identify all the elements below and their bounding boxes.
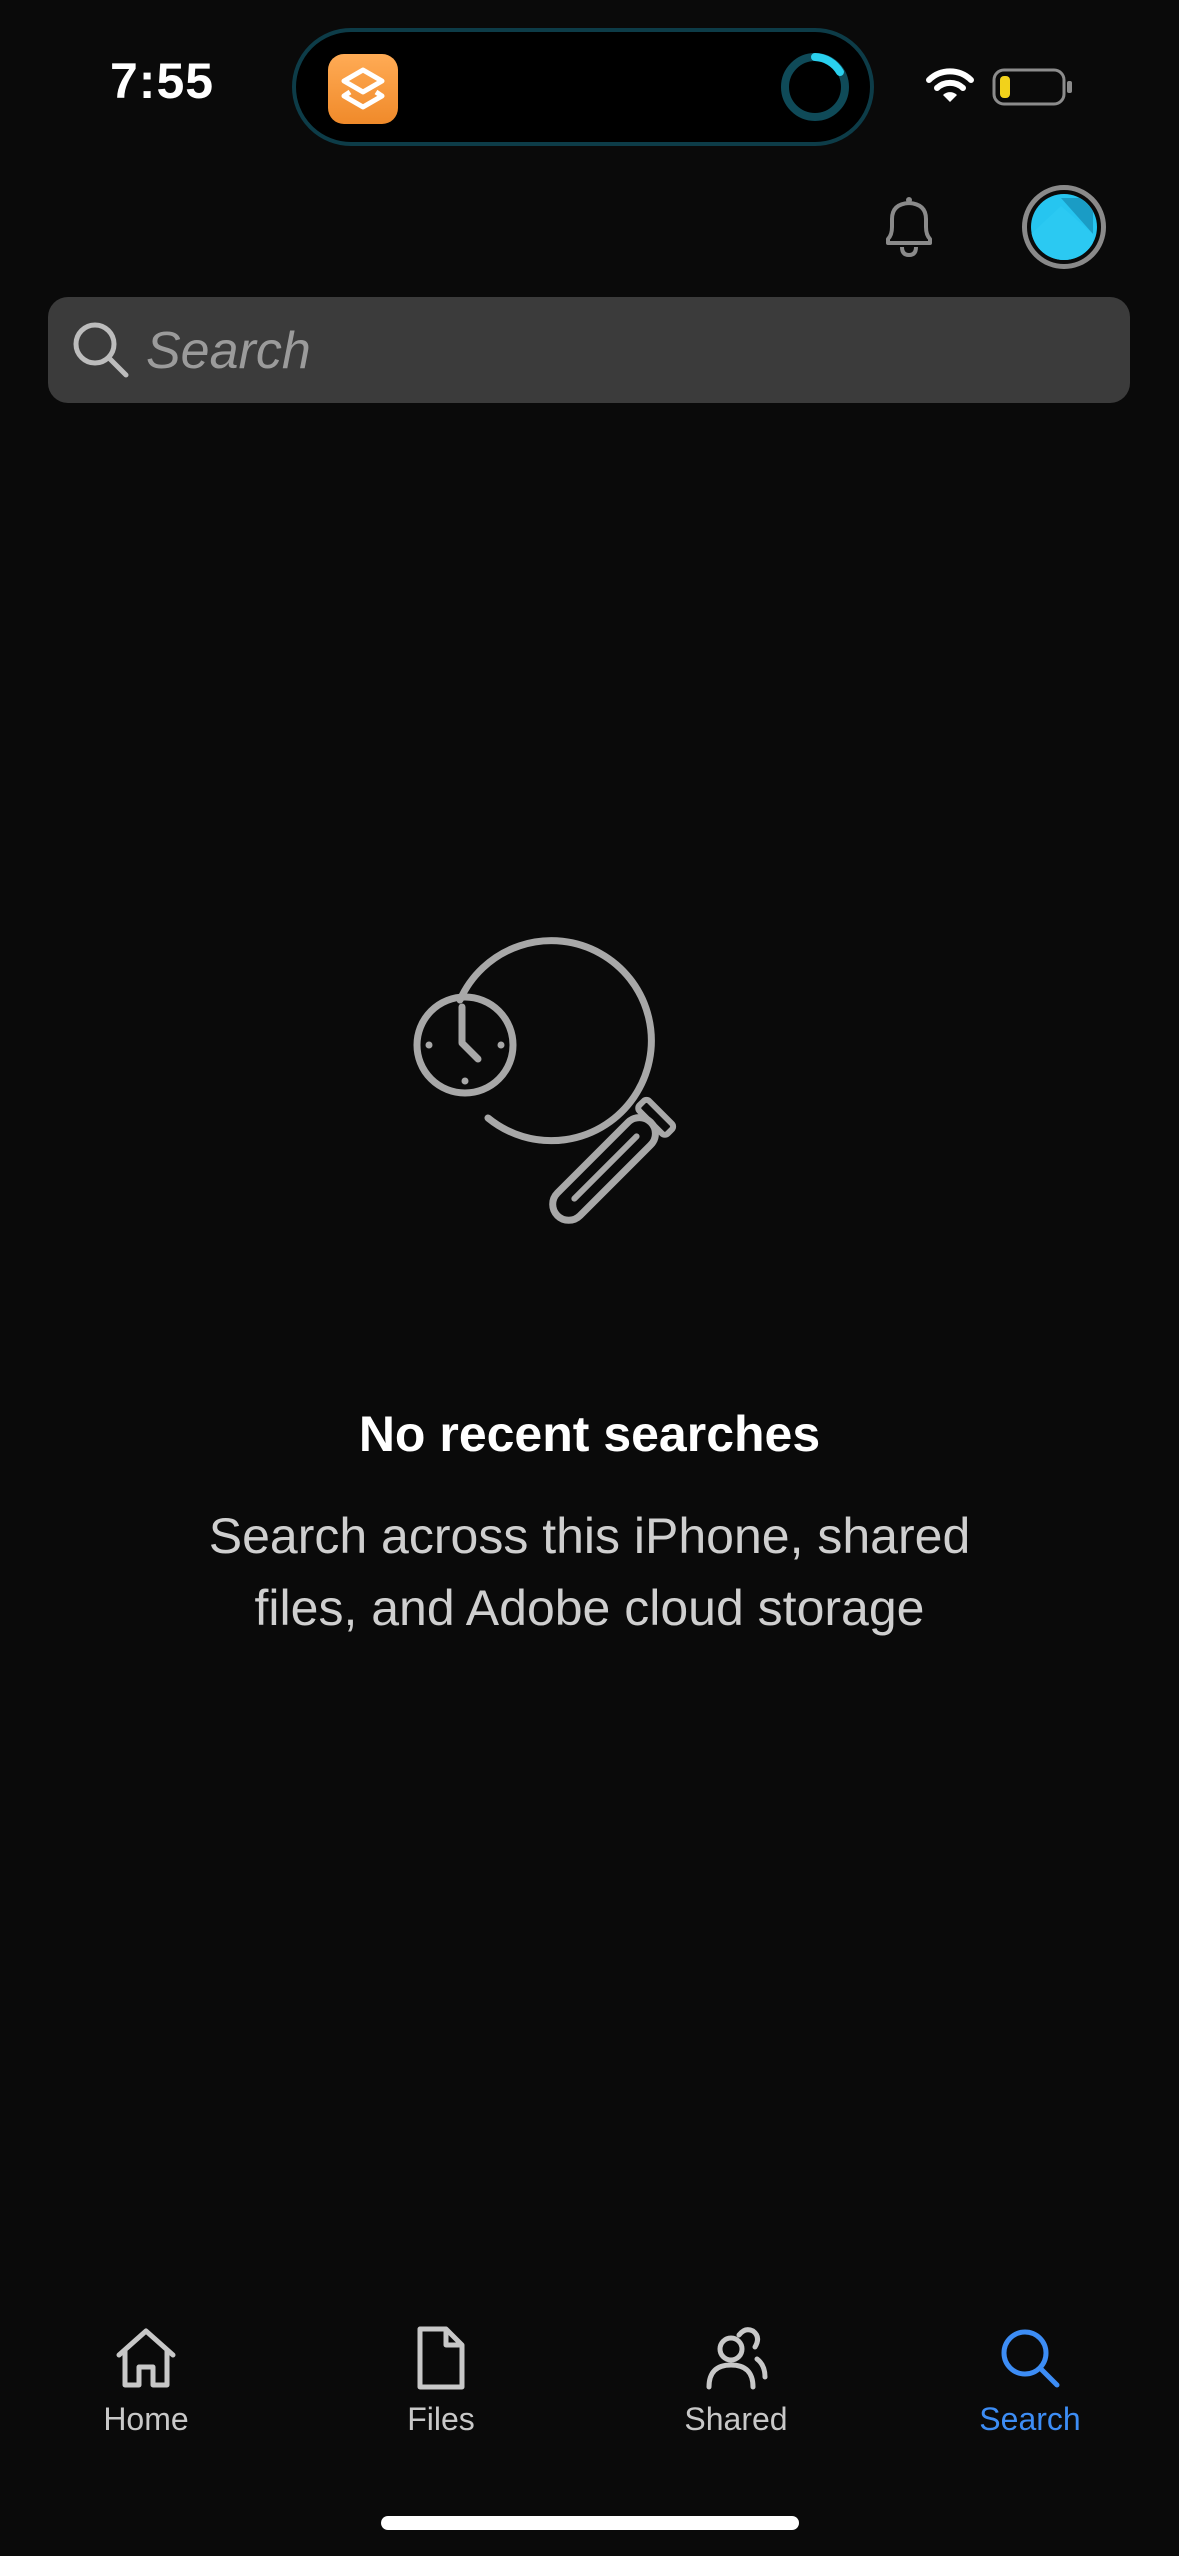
search-icon (70, 319, 132, 386)
empty-state-description: Search across this iPhone, shared files,… (208, 1508, 971, 1636)
search-input[interactable] (144, 297, 1108, 405)
file-icon (417, 2326, 465, 2390)
battery-icon (992, 68, 1074, 111)
wifi-icon (925, 66, 975, 111)
avatar[interactable] (1022, 185, 1106, 269)
people-icon (706, 2327, 768, 2390)
shortcuts-app-icon (328, 54, 398, 124)
search-bar[interactable] (48, 297, 1130, 405)
home-icon (116, 2328, 176, 2388)
tab-shared[interactable]: Shared (636, 2300, 836, 2438)
tab-files-label: Files (407, 2401, 475, 2437)
bell-icon[interactable] (878, 195, 940, 266)
tab-files[interactable]: Files (341, 2300, 541, 2438)
empty-state-title: No recent searches (358, 1406, 821, 1462)
tab-search[interactable]: Search (930, 2300, 1130, 2438)
search-icon (1001, 2329, 1060, 2388)
tab-search-label: Search (979, 2401, 1081, 2437)
tab-home[interactable]: Home (46, 2300, 246, 2438)
dynamic-island[interactable] (292, 28, 874, 146)
tab-home-label: Home (103, 2401, 189, 2437)
recent-search-icon (400, 925, 780, 1250)
tab-shared-label: Shared (684, 2401, 788, 2437)
home-indicator[interactable] (381, 2516, 799, 2530)
progress-ring-icon (778, 50, 852, 129)
tab-bar: Home Files Shared Search (0, 2300, 1179, 2480)
avatar-image (1031, 194, 1097, 260)
status-time: 7:55 (110, 53, 215, 109)
